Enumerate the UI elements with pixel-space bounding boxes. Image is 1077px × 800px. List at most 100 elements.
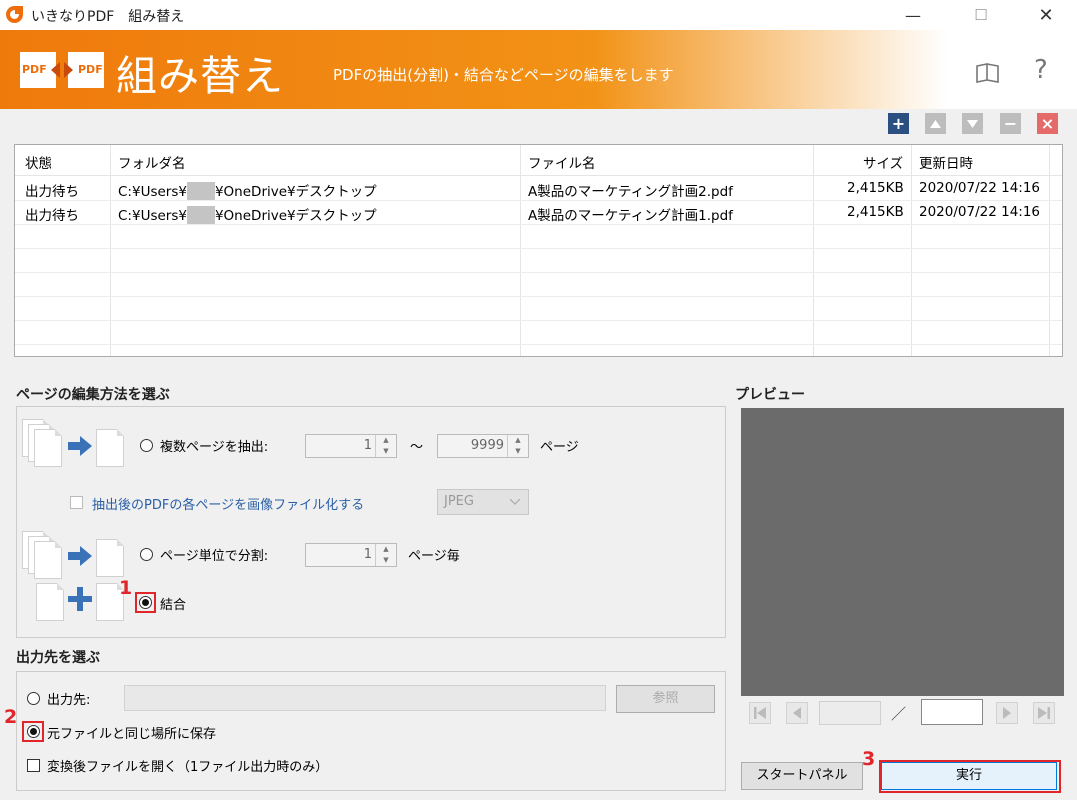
folder-suffix: ¥OneDrive¥デスクトップ [214, 184, 377, 200]
row-folder: C:¥Users¥ ¥OneDrive¥デスクトップ [118, 180, 377, 200]
header-description: PDFの抽出(分割)・結合などページの編集をします [333, 66, 674, 84]
range-tilde: 〜 [410, 440, 424, 455]
current-page-input[interactable] [819, 701, 881, 725]
prev-page-icon [793, 707, 801, 719]
window-title: いきなりPDF 組み替え [31, 9, 185, 25]
redacted-username [186, 182, 215, 200]
triangle-up-icon [930, 119, 941, 128]
next-page-button[interactable] [996, 702, 1018, 724]
maximize-button[interactable]: ☐ [958, 0, 1004, 30]
redacted-username [186, 206, 215, 224]
logo-pdf-right: PDF [78, 63, 103, 76]
edit-method-title: ページの編集方法を選ぶ [16, 387, 170, 403]
row-size: 2,415KB [847, 180, 904, 196]
row-filename: A製品のマーケティング計画1.pdf [528, 208, 733, 224]
page-icon [96, 539, 124, 577]
merge-radio[interactable] [139, 596, 152, 609]
folder-suffix: ¥OneDrive¥デスクトップ [214, 208, 377, 224]
row-filename: A製品のマーケティング計画2.pdf [528, 184, 733, 200]
empty-row [15, 296, 1062, 321]
page-icon [96, 429, 124, 467]
start-panel-button[interactable]: スタートパネル [741, 762, 863, 790]
close-button[interactable]: ✕ [1023, 0, 1069, 30]
column-header-folder[interactable]: フォルダ名 [118, 152, 186, 172]
extract-to-stepper[interactable]: 9999 ▲ ▼ [437, 434, 529, 458]
image-format-value: JPEG [444, 494, 474, 509]
row-date: 2020/07/22 14:16 [919, 204, 1041, 220]
to-image-label: 抽出後のPDFの各ページを画像ファイル化する [92, 498, 365, 513]
step-2-marker: 2 [4, 706, 18, 728]
app-logo-icon [6, 6, 23, 23]
pages-stack-icon [34, 429, 62, 467]
move-down-button[interactable] [962, 113, 983, 134]
stepper-arrows-icon[interactable]: ▲ ▼ [375, 435, 396, 457]
empty-row [15, 320, 1062, 345]
to-image-checkbox[interactable] [70, 496, 83, 509]
extract-label: 複数ページを抽出: [160, 440, 269, 455]
first-page-icon [754, 707, 766, 719]
preview-title: プレビュー [735, 387, 805, 403]
image-format-select[interactable]: JPEG [437, 489, 529, 515]
open-after-label: 変換後ファイルを開く（1ファイル出力時のみ） [47, 760, 329, 775]
minimize-button[interactable]: — [890, 0, 936, 30]
column-header-filename[interactable]: ファイル名 [528, 152, 596, 172]
extract-from-value: 1 [363, 438, 372, 453]
add-file-button[interactable]: + [888, 113, 909, 134]
preview-area [741, 408, 1064, 696]
page-unit-label: ページ [540, 440, 579, 455]
same-place-label: 元ファイルと同じ場所に保存 [47, 727, 217, 742]
column-header-date[interactable]: 更新日時 [919, 152, 973, 172]
column-header-size[interactable]: サイズ [863, 152, 903, 172]
extract-radio[interactable] [140, 439, 153, 452]
table-row[interactable]: 出力待ち C:¥Users¥ ¥OneDrive¥デスクトップ A製品のマーケティ… [15, 200, 1062, 225]
empty-row [15, 224, 1062, 249]
delete-all-button[interactable]: × [1037, 113, 1058, 134]
logo-pdf-left: PDF [22, 63, 47, 76]
arrow-right-icon [68, 436, 92, 456]
open-after-checkbox[interactable] [27, 759, 40, 772]
output-dest-label: 出力先: [47, 693, 91, 708]
chevron-down-icon [510, 499, 520, 505]
output-title: 出力先を選ぶ [16, 650, 100, 666]
extract-to-value: 9999 [470, 438, 504, 453]
split-radio[interactable] [140, 548, 153, 561]
manual-book-icon[interactable] [974, 60, 1002, 84]
move-up-button[interactable] [925, 113, 946, 134]
page-icon [36, 583, 64, 621]
triangle-down-icon [967, 119, 978, 128]
folder-prefix: C:¥Users¥ [118, 208, 187, 224]
total-pages-field [921, 699, 983, 725]
stepper-arrows-icon[interactable]: ▲ ▼ [375, 544, 396, 566]
next-page-icon [1003, 707, 1011, 719]
last-page-icon [1038, 707, 1050, 719]
pages-stack-icon [34, 541, 62, 579]
row-date: 2020/07/22 14:16 [919, 180, 1041, 196]
same-place-radio[interactable] [27, 725, 40, 738]
page-separator: ／ [891, 705, 907, 723]
folder-prefix: C:¥Users¥ [118, 184, 187, 200]
help-icon[interactable]: ? [1034, 55, 1048, 85]
step-1-marker: 1 [119, 577, 133, 599]
remove-file-button[interactable]: − [1000, 113, 1021, 134]
step-3-marker: 3 [862, 748, 876, 770]
empty-row [15, 248, 1062, 273]
prev-page-button[interactable] [786, 702, 808, 724]
browse-button[interactable]: 参照 [616, 685, 715, 713]
output-dest-radio[interactable] [27, 692, 40, 705]
plus-icon [68, 587, 92, 611]
list-header-row: 状態 フォルダ名 ファイル名 サイズ 更新日時 [15, 145, 1062, 176]
split-stepper[interactable]: 1 ▲ ▼ [305, 543, 397, 567]
table-row[interactable]: 出力待ち C:¥Users¥ ¥OneDrive¥デスクトップ A製品のマーケティ… [15, 176, 1062, 201]
last-page-button[interactable] [1033, 702, 1055, 724]
column-header-status[interactable]: 状態 [25, 152, 52, 172]
split-unit-label: ページ毎 [408, 549, 460, 564]
row-size: 2,415KB [847, 204, 904, 220]
first-page-button[interactable] [749, 702, 771, 724]
extract-from-stepper[interactable]: 1 ▲ ▼ [305, 434, 397, 458]
step-3-highlight [879, 760, 1061, 793]
stepper-arrows-icon[interactable]: ▲ ▼ [507, 435, 528, 457]
file-list[interactable]: 状態 フォルダ名 ファイル名 サイズ 更新日時 出力待ち C:¥Users¥ ¥O… [14, 144, 1063, 357]
split-label: ページ単位で分割: [160, 549, 269, 564]
output-dest-input[interactable] [124, 685, 606, 711]
pdf-combine-logo: PDF PDF [20, 50, 104, 92]
